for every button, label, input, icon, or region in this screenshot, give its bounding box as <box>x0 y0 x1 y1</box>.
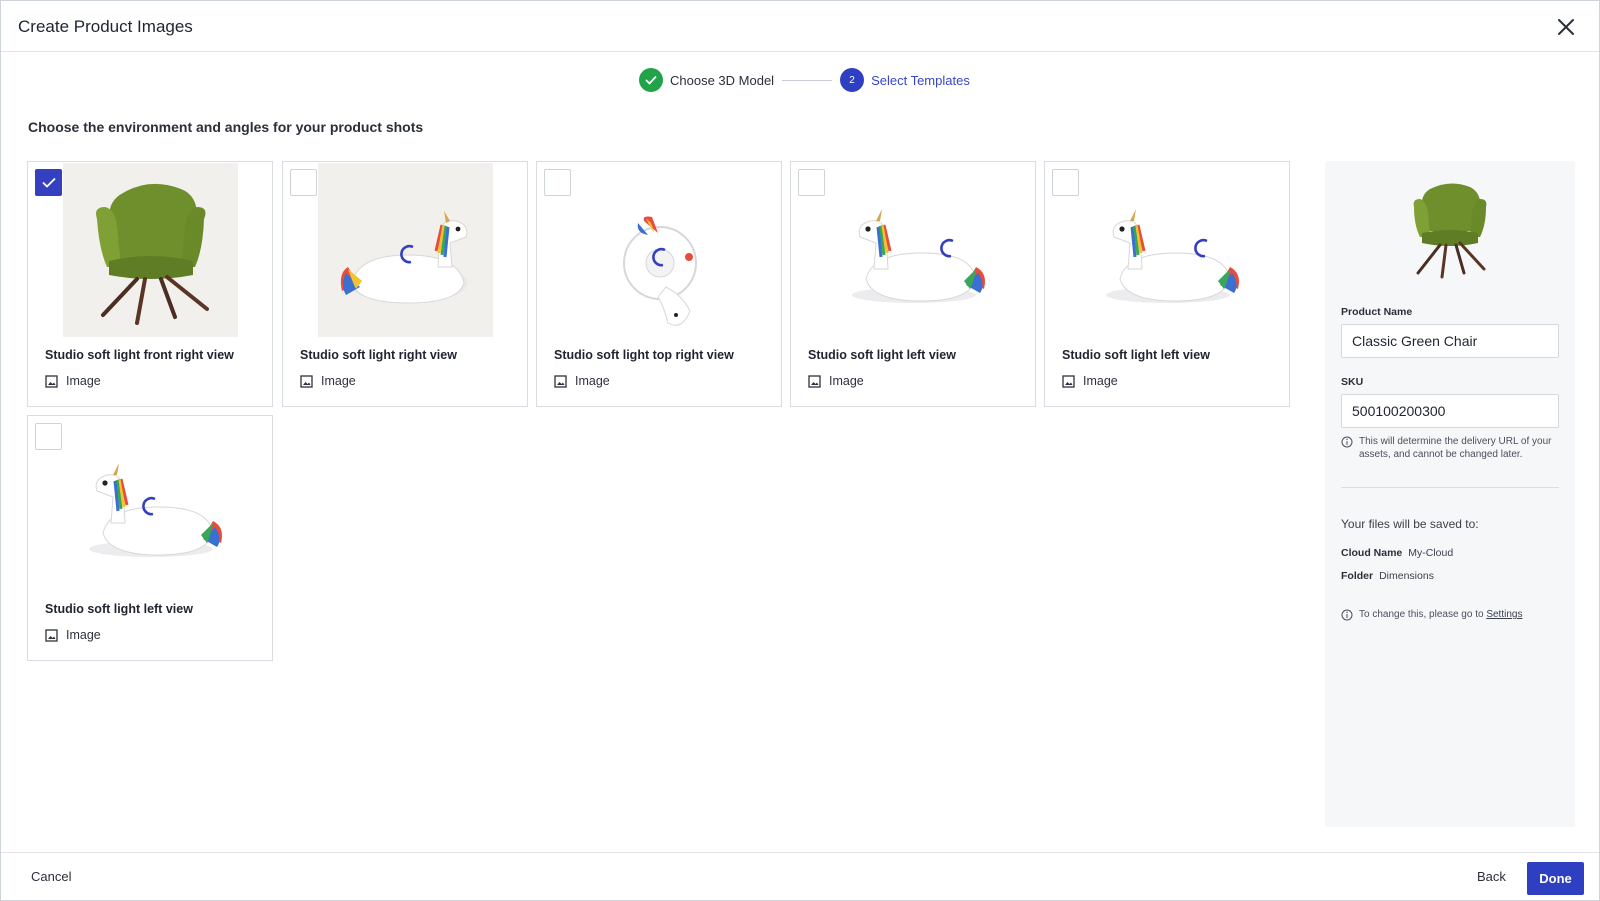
close-icon[interactable] <box>1553 14 1579 40</box>
done-button[interactable]: Done <box>1527 862 1584 895</box>
template-name: Studio soft light front right view <box>45 348 234 362</box>
info-icon <box>1341 609 1353 621</box>
step-connector <box>782 79 833 81</box>
template-type-label: Image <box>1083 374 1118 388</box>
template-type-label: Image <box>575 374 610 388</box>
template-type: Image <box>1062 374 1118 388</box>
product-chair-thumbnail <box>1400 173 1500 283</box>
image-icon <box>45 628 58 642</box>
intro-text: Choose the environment and angles for yo… <box>28 119 424 135</box>
info-icon <box>1341 436 1353 448</box>
sku-field[interactable]: 500100200300 <box>1341 394 1559 428</box>
image-icon <box>300 374 313 388</box>
unicorn-float-thumbnail <box>572 163 747 337</box>
step-complete-check-icon <box>639 68 663 92</box>
product-name-label: Product Name <box>1341 306 1413 318</box>
unicorn-float-thumbnail <box>826 163 1001 337</box>
dialog-footer: Cancel Back Done <box>1 852 1599 901</box>
sku-hint: This will determine the delivery URL of … <box>1341 435 1561 461</box>
cancel-button[interactable]: Cancel <box>31 869 71 884</box>
product-details-panel: Product Name Classic Green Chair SKU 500… <box>1325 161 1575 827</box>
step-label-select-templates: Select Templates <box>871 72 970 88</box>
template-type-label: Image <box>321 374 356 388</box>
template-card[interactable]: Studio soft light top right view Image <box>536 161 782 407</box>
template-type: Image <box>45 628 101 642</box>
sku-label: SKU <box>1341 376 1364 388</box>
template-name: Studio soft light left view <box>1062 348 1210 362</box>
image-icon <box>45 374 58 388</box>
template-card[interactable]: Studio soft light left view Image <box>27 415 273 661</box>
template-name: Studio soft light left view <box>808 348 956 362</box>
cloud-name-row: Cloud Name My-Cloud <box>1341 547 1453 559</box>
product-name-field[interactable]: Classic Green Chair <box>1341 324 1559 358</box>
template-type-label: Image <box>829 374 864 388</box>
template-type-label: Image <box>66 374 101 388</box>
template-type: Image <box>808 374 864 388</box>
cloud-name-label: Cloud Name <box>1341 547 1403 559</box>
step-number-badge: 2 <box>840 68 865 92</box>
image-icon <box>1062 374 1075 388</box>
template-checkbox[interactable] <box>1052 169 1079 196</box>
template-type: Image <box>300 374 356 388</box>
stepper: Choose 3D Model 2 Select Templates <box>639 67 970 93</box>
dialog-title: Create Product Images <box>18 17 193 36</box>
template-name: Studio soft light right view <box>300 348 457 362</box>
back-button[interactable]: Back <box>1477 869 1506 884</box>
template-card[interactable]: Studio soft light right view Image <box>282 161 528 407</box>
template-type-label: Image <box>66 628 101 642</box>
unicorn-float-thumbnail <box>318 163 493 337</box>
template-checkbox[interactable] <box>35 169 62 196</box>
template-checkbox[interactable] <box>290 169 317 196</box>
template-checkbox[interactable] <box>544 169 571 196</box>
step-label-choose-model[interactable]: Choose 3D Model <box>670 73 774 88</box>
template-checkbox[interactable] <box>35 423 62 450</box>
folder-value: Dimensions <box>1379 570 1434 582</box>
template-name: Studio soft light top right view <box>554 348 734 362</box>
change-settings-hint: To change this, please go to Settings <box>1341 608 1561 621</box>
sku-hint-text: This will determine the delivery URL of … <box>1359 436 1552 460</box>
dialog-header: Create Product Images <box>1 1 1599 52</box>
template-card[interactable]: Studio soft light left view Image <box>1044 161 1290 407</box>
image-icon <box>554 374 567 388</box>
create-product-images-dialog: Create Product Images Choose 3D Model 2 … <box>0 0 1600 901</box>
image-icon <box>808 374 821 388</box>
unicorn-float-thumbnail <box>1080 163 1255 337</box>
template-card[interactable]: Studio soft light left view Image <box>790 161 1036 407</box>
template-type: Image <box>45 374 101 388</box>
template-type: Image <box>554 374 610 388</box>
cloud-name-value: My-Cloud <box>1408 547 1454 559</box>
template-name: Studio soft light left view <box>45 602 193 616</box>
template-checkbox[interactable] <box>798 169 825 196</box>
template-card[interactable]: Studio soft light front right view Image <box>27 161 273 407</box>
folder-row: Folder Dimensions <box>1341 570 1434 582</box>
unicorn-float-thumbnail <box>63 417 238 591</box>
saved-to-text: Your files will be saved to: <box>1341 517 1479 531</box>
settings-link[interactable]: Settings <box>1486 609 1522 620</box>
change-hint-text: To change this, please go to <box>1359 609 1487 620</box>
folder-label: Folder <box>1341 570 1374 582</box>
panel-divider <box>1341 487 1559 488</box>
chair-thumbnail <box>63 163 238 337</box>
